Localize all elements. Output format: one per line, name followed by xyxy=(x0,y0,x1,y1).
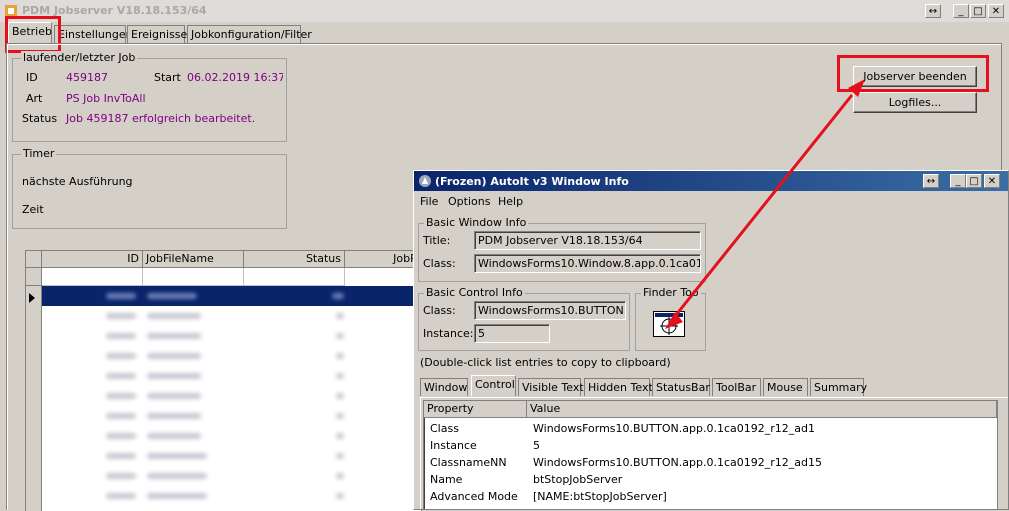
list-item-value[interactable]: WindowsForms10.BUTTON.app.0.1ca0192_r12_… xyxy=(533,454,822,471)
timer-group: Timer nächste Ausführung Zeit xyxy=(12,147,287,229)
annotation-box-stop xyxy=(837,55,989,92)
control-class-field[interactable]: WindowsForms10.BUTTON.ap xyxy=(474,301,626,320)
finder-tool-icon[interactable] xyxy=(653,311,685,337)
table-row[interactable] xyxy=(42,446,421,466)
grid-corner xyxy=(26,251,42,268)
list-item-value[interactable]: 33004 xyxy=(533,505,568,509)
autoit-title: (Frozen) AutoIt v3 Window Info xyxy=(435,175,629,188)
autoit-tabs: Window Control Visible Text Hidden Text … xyxy=(420,375,870,397)
status-value: Job 459187 erfolgreich bearbeitet. xyxy=(66,112,256,125)
selected-row[interactable] xyxy=(42,286,421,306)
autoit-maximize-button[interactable]: □ xyxy=(966,174,982,188)
table-row[interactable] xyxy=(42,346,421,366)
tab-ereignisse[interactable]: Ereignisse xyxy=(127,25,187,43)
close-button[interactable]: ✕ xyxy=(988,4,1004,18)
list-item[interactable]: ClassnameNN xyxy=(430,454,507,471)
table-row[interactable] xyxy=(42,366,421,386)
list-item[interactable]: Instance xyxy=(430,437,477,454)
finder-tool-legend: Finder Too xyxy=(641,286,701,299)
restore-icon[interactable]: ↔ xyxy=(925,4,941,18)
list-item[interactable]: Advanced Mode xyxy=(430,488,518,505)
list-header-value[interactable]: Value xyxy=(527,401,997,418)
list-item-value[interactable]: btStopJobServer xyxy=(533,471,622,488)
list-item-value[interactable]: [NAME:btStopJobServer] xyxy=(533,488,667,505)
list-item[interactable]: Class xyxy=(430,420,459,437)
id-label: ID xyxy=(26,71,38,84)
table-row[interactable] xyxy=(42,466,421,486)
current-job-group: laufender/letzter Job ID 459187 Start 06… xyxy=(12,51,287,142)
grid-header-jobrep[interactable]: JobRep xyxy=(345,251,421,268)
table-row[interactable] xyxy=(42,406,421,426)
basic-control-info-legend: Basic Control Info xyxy=(424,286,525,299)
basic-control-info-group: Basic Control Info Class: WindowsForms10… xyxy=(418,286,630,351)
minimize-button[interactable]: _ xyxy=(953,4,969,18)
id-value: 459187 xyxy=(66,71,108,84)
autoit-close-button[interactable]: ✕ xyxy=(984,174,1000,188)
autoit-minimize-button[interactable]: _ xyxy=(950,174,966,188)
instance-label: Instance: xyxy=(423,327,474,340)
window-class-label: Class: xyxy=(423,257,456,270)
status-label: Status xyxy=(22,112,58,125)
jobs-grid[interactable]: ID JobFileName Status JobRep xyxy=(25,250,422,511)
basic-window-info-legend: Basic Window Info xyxy=(424,216,529,229)
time-label: Zeit xyxy=(22,203,44,216)
list-header-property[interactable]: Property xyxy=(424,401,527,418)
tab-hidden-text[interactable]: Hidden Text xyxy=(584,378,653,396)
tab-statusbar[interactable]: StatusBar xyxy=(652,378,710,396)
finder-tool-group: Finder Too xyxy=(635,286,706,351)
tab-visible-text[interactable]: Visible Text xyxy=(518,378,584,396)
window-title-field[interactable]: PDM Jobserver V18.18.153/64 xyxy=(474,231,701,250)
table-row[interactable] xyxy=(42,486,421,506)
list-item[interactable]: Name xyxy=(430,471,462,488)
autoit-window-info: (Frozen) AutoIt v3 Window Info ↔ _ □ ✕ F… xyxy=(413,170,1009,510)
window-title-label: Title: xyxy=(423,234,451,247)
title-bar: PDM Jobserver V18.18.153/64 ↔ _ □ ✕ xyxy=(0,0,1009,22)
menu-file[interactable]: File xyxy=(420,195,438,208)
instance-field[interactable]: 5 xyxy=(474,324,550,343)
autoit-title-bar: (Frozen) AutoIt v3 Window Info ↔ _ □ ✕ xyxy=(414,171,1008,191)
list-item[interactable]: ID xyxy=(430,505,442,509)
tab-summary[interactable]: Summary xyxy=(810,378,867,396)
menu-help[interactable]: Help xyxy=(498,195,523,208)
table-row[interactable] xyxy=(42,426,421,446)
window-class-field[interactable]: WindowsForms10.Window.8.app.0.1ca0192_r xyxy=(474,254,701,273)
maximize-button[interactable]: □ xyxy=(970,4,986,18)
art-label: Art xyxy=(26,92,43,105)
menu-options[interactable]: Options xyxy=(448,195,490,208)
timer-legend: Timer xyxy=(21,147,57,160)
tab-control[interactable]: Control xyxy=(471,375,516,396)
table-row[interactable] xyxy=(42,326,421,346)
art-value: PS Job InvToAll xyxy=(66,92,146,105)
grid-header-jobfilename[interactable]: JobFileName xyxy=(143,251,244,268)
clipboard-hint: (Double-click list entries to copy to cl… xyxy=(420,356,671,369)
next-run-label: nächste Ausführung xyxy=(22,175,133,188)
filter-cell-id[interactable] xyxy=(42,268,143,286)
list-item-value[interactable]: 5 xyxy=(533,437,540,454)
start-value: 06.02.2019 16:37:4 xyxy=(187,71,283,84)
tab-mouse[interactable]: Mouse xyxy=(763,378,808,396)
current-job-legend: laufender/letzter Job xyxy=(21,51,138,64)
table-row[interactable] xyxy=(42,306,421,326)
tab-einstellungen[interactable]: Einstellungen xyxy=(54,25,133,43)
autoit-restore-icon[interactable]: ↔ xyxy=(923,174,939,188)
blurred-rows xyxy=(42,306,421,511)
current-row-icon xyxy=(29,293,35,303)
autoit-icon xyxy=(419,175,431,187)
logfiles-button[interactable]: Logfiles... xyxy=(853,92,977,113)
filter-row-header xyxy=(26,268,42,286)
basic-window-info-group: Basic Window Info Title: PDM Jobserver V… xyxy=(418,216,706,282)
tab-window[interactable]: Window xyxy=(420,378,468,396)
row-header-strip xyxy=(26,286,42,511)
grid-header-id[interactable]: ID xyxy=(42,251,143,268)
tab-jobkonfiguration[interactable]: Jobkonfiguration/Filter xyxy=(187,25,312,43)
start-label: Start xyxy=(154,71,181,84)
list-item-value[interactable]: WindowsForms10.BUTTON.app.0.1ca0192_r12_… xyxy=(533,420,815,437)
property-list[interactable]: Property Value Class WindowsForms10.BUTT… xyxy=(423,400,998,509)
tab-toolbar[interactable]: ToolBar xyxy=(712,378,761,396)
filter-cell-status[interactable] xyxy=(244,268,345,286)
table-row[interactable] xyxy=(42,386,421,406)
filter-cell-jobfilename[interactable] xyxy=(143,268,244,286)
control-class-label: Class: xyxy=(423,304,456,317)
grid-header-status[interactable]: Status xyxy=(244,251,345,268)
